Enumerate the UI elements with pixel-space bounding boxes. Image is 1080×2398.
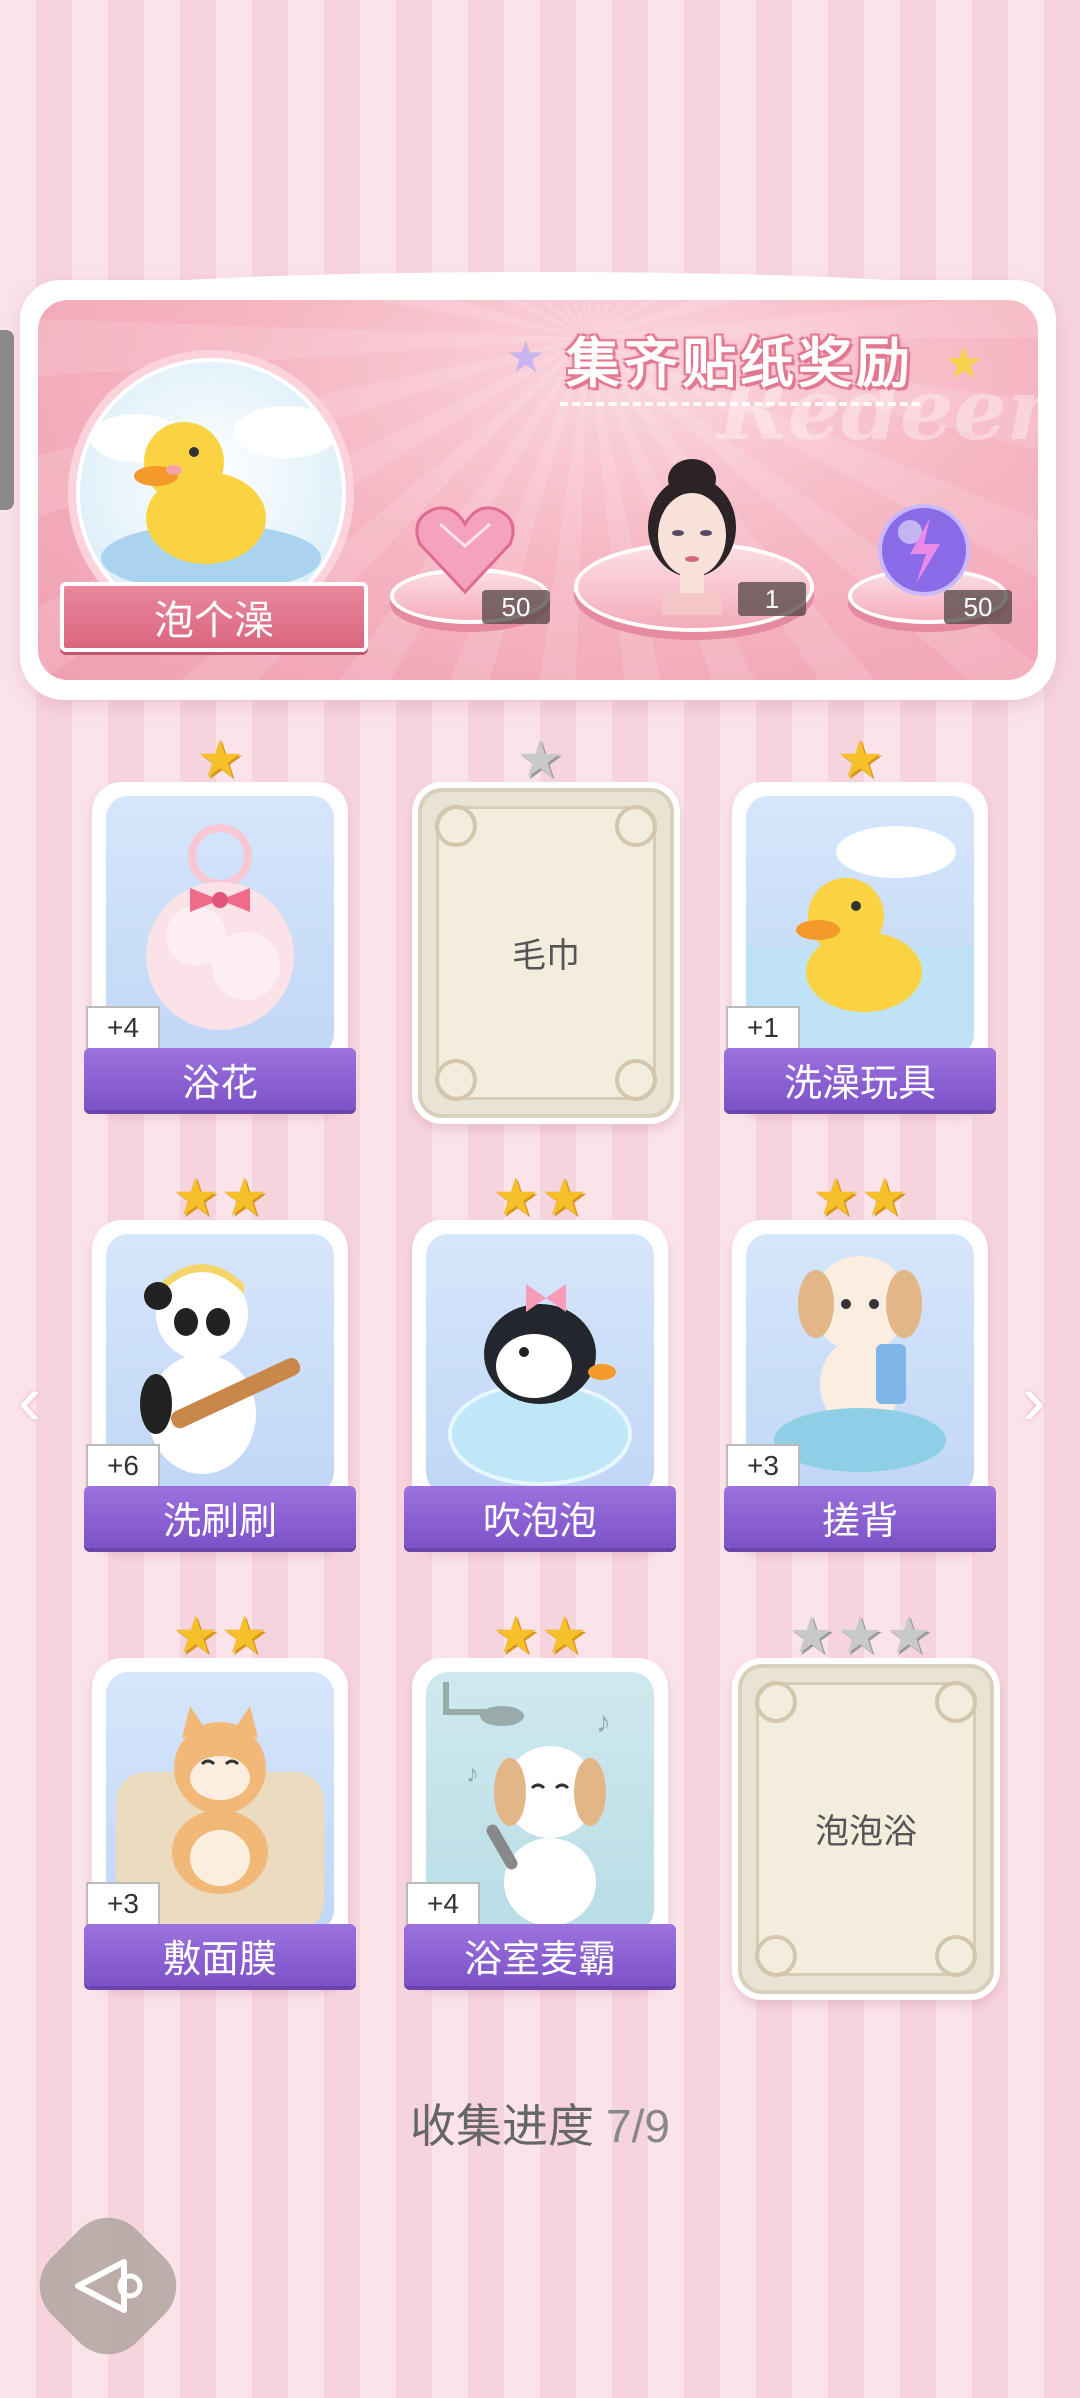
reward-count: 1 — [738, 582, 806, 616]
sticker-name: 浴花 — [84, 1048, 356, 1110]
duplicate-count: +3 — [86, 1882, 160, 1926]
side-handle[interactable] — [0, 330, 14, 510]
star-icon: ★ — [812, 1169, 859, 1227]
duplicate-count: +4 — [406, 1882, 480, 1926]
duplicate-count: +4 — [86, 1006, 160, 1050]
corner-ornament — [435, 805, 477, 847]
star-icon: ★ — [836, 1607, 884, 1665]
star-icon: ★ — [172, 1169, 219, 1227]
sticker-card-back-rub[interactable]: ★ ★ +3 搓背 — [724, 1172, 996, 1558]
star-rating: ★ — [732, 734, 988, 786]
star-rating: ★ — [412, 734, 668, 786]
star-icon: ★ — [516, 731, 564, 789]
collection-progress: 收集进度 7/9 — [0, 2090, 1080, 2156]
sticker-card-bubbles[interactable]: ★ ★ 吹泡泡 — [404, 1172, 676, 1558]
star-icon: ★ — [885, 1607, 932, 1665]
sticker-card-singing[interactable]: ★ ★ ♪ ♪ +4 浴室麦霸 — [404, 1610, 676, 1996]
corner-ornament — [615, 805, 657, 847]
sticker-card-bubble-bath[interactable]: ★ ★ ★ 泡泡浴 — [732, 1610, 1000, 2000]
sticker-card-bath-pouf[interactable]: ★ +4 浴花 — [84, 734, 356, 1120]
star-icon: ★ — [172, 1607, 219, 1665]
star-icon: ★ — [221, 1607, 268, 1665]
star-rating: ★ — [92, 734, 348, 786]
sticker-card-face-mask[interactable]: ★ ★ +3 敷面膜 — [84, 1610, 356, 1996]
star-rating: ★ ★ — [92, 1610, 348, 1662]
sticker-name: 洗刷刷 — [84, 1486, 356, 1548]
avatar — [632, 455, 752, 620]
duplicate-count: +3 — [726, 1444, 800, 1488]
star-icon: ★ — [541, 1169, 588, 1227]
title-underline — [560, 402, 920, 406]
sticker-name: 浴室麦霸 — [404, 1924, 676, 1986]
locked-sticker-name: 泡泡浴 — [815, 1813, 917, 1851]
prev-page-icon[interactable]: ‹ — [18, 1360, 58, 1440]
star-icon: ★ — [492, 1607, 539, 1665]
star-decoration-icon: ★ — [944, 339, 984, 388]
star-icon: ★ — [221, 1169, 268, 1227]
banner-title: 集齐贴纸奖励 — [566, 333, 914, 394]
corner-ornament — [755, 1681, 797, 1723]
star-icon: ★ — [788, 1607, 835, 1665]
star-icon: ★ — [836, 731, 884, 789]
back-arrow-icon — [75, 2259, 143, 2313]
corner-ornament — [615, 1059, 657, 1101]
corner-ornament — [935, 1681, 977, 1723]
penguin-icon — [448, 1284, 632, 1486]
locked-sticker-name: 毛巾 — [512, 937, 580, 975]
star-rating: ★ ★ — [92, 1172, 348, 1224]
corner-ornament — [755, 1935, 797, 1977]
duplicate-count: +6 — [86, 1444, 160, 1488]
sticker-name: 敷面膜 — [84, 1924, 356, 1986]
star-icon: ★ — [541, 1607, 588, 1665]
progress-label: 收集进度 — [410, 2100, 595, 2152]
sticker-card-towel[interactable]: ★ 毛巾 — [412, 734, 680, 1124]
star-rating: ★ ★ — [412, 1610, 668, 1662]
star-icon: ★ — [492, 1169, 539, 1227]
next-page-icon[interactable]: › — [1022, 1360, 1062, 1440]
svg-text:♪: ♪ — [466, 1758, 479, 1788]
star-rating: ★ ★ ★ — [732, 1610, 988, 1662]
sticker-name: 洗澡玩具 — [724, 1048, 996, 1110]
reward-count: 50 — [482, 590, 550, 624]
star-rating: ★ ★ — [732, 1172, 988, 1224]
corner-ornament — [435, 1059, 477, 1101]
progress-value: 7/9 — [606, 2100, 670, 2152]
svg-text:♪: ♪ — [596, 1706, 611, 1739]
sticker-name: 吹泡泡 — [404, 1486, 676, 1548]
sticker-card-bath-toy[interactable]: ★ +1 洗澡玩具 — [724, 734, 996, 1120]
star-icon: ★ — [196, 731, 244, 789]
corner-ornament — [935, 1935, 977, 1977]
album-name-tag: 泡个澡 — [60, 582, 368, 652]
sticker-name: 搓背 — [724, 1486, 996, 1548]
star-icon: ★ — [861, 1169, 908, 1227]
duplicate-count: +1 — [726, 1006, 800, 1050]
sticker-card-scrub[interactable]: ★ ★ +6 洗刷刷 — [84, 1172, 356, 1558]
reward-count: 50 — [944, 590, 1012, 624]
star-rating: ★ ★ — [412, 1172, 668, 1224]
sticker-art — [426, 1234, 654, 1494]
